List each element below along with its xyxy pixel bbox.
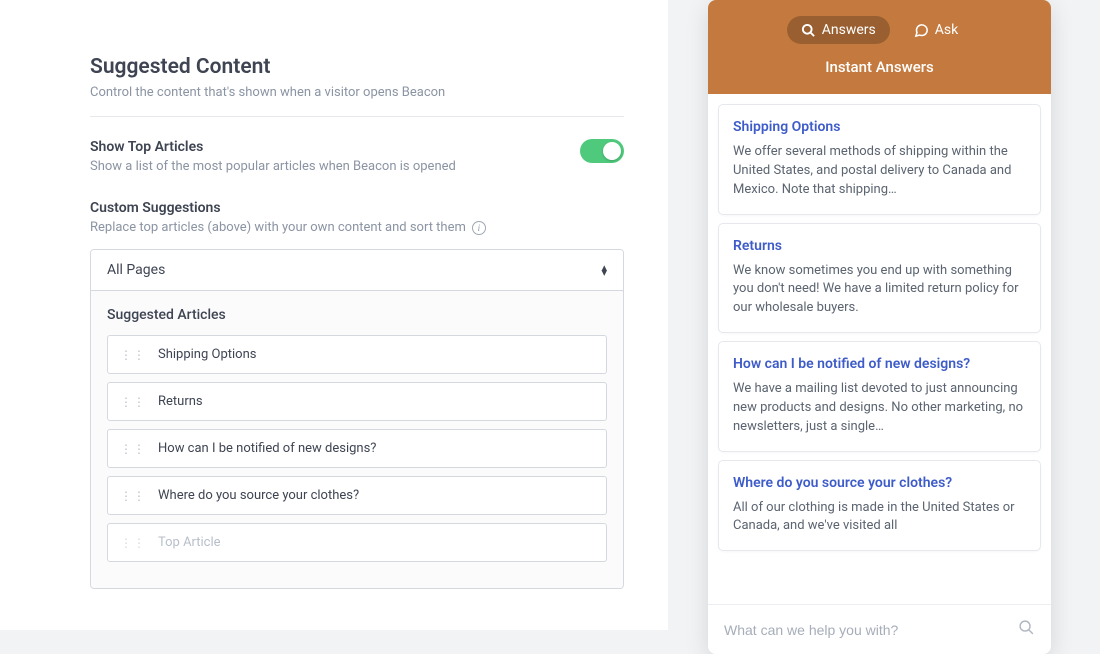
article-label: Where do you source your clothes?	[158, 488, 359, 503]
suggested-article-item[interactable]: ⋮⋮ Returns	[107, 382, 607, 421]
custom-desc: Replace top articles (above) with your o…	[90, 220, 624, 235]
article-placeholder-label: Top Article	[158, 535, 221, 550]
beacon-header-title: Instant Answers	[724, 58, 1035, 76]
suggested-articles-body: Suggested Articles ⋮⋮ Shipping Options ⋮…	[91, 291, 623, 588]
beacon-body[interactable]: Shipping Options We offer several method…	[708, 94, 1051, 604]
article-label: Returns	[158, 394, 203, 409]
answer-card[interactable]: Where do you source your clothes? All of…	[718, 460, 1041, 552]
beacon-tabs: Answers Ask	[724, 16, 1035, 44]
show-top-articles-row: Show Top Articles Show a list of the mos…	[90, 139, 624, 174]
suggested-articles-title: Suggested Articles	[107, 307, 607, 323]
custom-title: Custom Suggestions	[90, 200, 624, 216]
settings-panel: Suggested Content Control the content th…	[0, 0, 670, 630]
beacon-search-bar	[708, 604, 1051, 654]
answer-excerpt: We know sometimes you end up with someth…	[733, 262, 1026, 319]
chat-icon	[914, 23, 929, 38]
show-top-desc: Show a list of the most popular articles…	[90, 159, 456, 174]
tab-answers[interactable]: Answers	[787, 16, 890, 44]
suggested-article-item[interactable]: ⋮⋮ Where do you source your clothes?	[107, 476, 607, 515]
suggested-article-item[interactable]: ⋮⋮ Shipping Options	[107, 335, 607, 374]
beacon-search-input[interactable]	[724, 622, 1018, 638]
article-label: How can I be notified of new designs?	[158, 441, 376, 456]
toggle-knob	[603, 142, 621, 160]
show-top-toggle[interactable]	[580, 139, 624, 163]
answer-excerpt: We offer several methods of shipping wit…	[733, 143, 1026, 200]
answer-card[interactable]: How can I be notified of new designs? We…	[718, 341, 1041, 452]
page-title: Suggested Content	[90, 55, 624, 79]
pages-select-label: All Pages	[107, 262, 165, 278]
answer-card[interactable]: Returns We know sometimes you end up wit…	[718, 223, 1041, 334]
suggested-article-placeholder[interactable]: ⋮⋮ Top Article	[107, 523, 607, 562]
answer-title: Returns	[733, 238, 1026, 254]
answer-card[interactable]: Shipping Options We offer several method…	[718, 104, 1041, 215]
drag-handle-icon[interactable]: ⋮⋮	[120, 348, 146, 362]
search-icon[interactable]	[1018, 619, 1035, 640]
drag-handle-icon[interactable]: ⋮⋮	[120, 442, 146, 456]
show-top-text: Show Top Articles Show a list of the mos…	[90, 139, 456, 174]
custom-desc-text: Replace top articles (above) with your o…	[90, 220, 466, 235]
beacon-header: Answers Ask Instant Answers	[708, 0, 1051, 94]
drag-handle-icon: ⋮⋮	[120, 536, 146, 550]
answer-title: Where do you source your clothes?	[733, 475, 1026, 491]
drag-handle-icon[interactable]: ⋮⋮	[120, 489, 146, 503]
article-label: Shipping Options	[158, 347, 256, 362]
answer-title: Shipping Options	[733, 119, 1026, 135]
page-subtitle: Control the content that's shown when a …	[90, 85, 624, 117]
sort-icon: ▴▾	[601, 265, 607, 276]
search-icon	[801, 23, 816, 38]
answer-excerpt: All of our clothing is made in the Unite…	[733, 499, 1026, 537]
answer-title: How can I be notified of new designs?	[733, 356, 1026, 372]
answer-excerpt: We have a mailing list devoted to just a…	[733, 380, 1026, 437]
tab-ask[interactable]: Ask	[900, 16, 972, 44]
pages-select: All Pages ▴▾ Suggested Articles ⋮⋮ Shipp…	[90, 249, 624, 589]
show-top-title: Show Top Articles	[90, 139, 456, 155]
beacon-preview-panel: Answers Ask Instant Answers Shipping Opt…	[708, 0, 1098, 654]
beacon-window: Answers Ask Instant Answers Shipping Opt…	[708, 0, 1051, 654]
info-icon[interactable]: i	[472, 221, 486, 235]
custom-suggestions-block: Custom Suggestions Replace top articles …	[90, 200, 624, 589]
tab-ask-label: Ask	[935, 22, 958, 38]
pages-select-header[interactable]: All Pages ▴▾	[91, 250, 623, 291]
tab-answers-label: Answers	[822, 22, 876, 38]
suggested-article-item[interactable]: ⋮⋮ How can I be notified of new designs?	[107, 429, 607, 468]
drag-handle-icon[interactable]: ⋮⋮	[120, 395, 146, 409]
